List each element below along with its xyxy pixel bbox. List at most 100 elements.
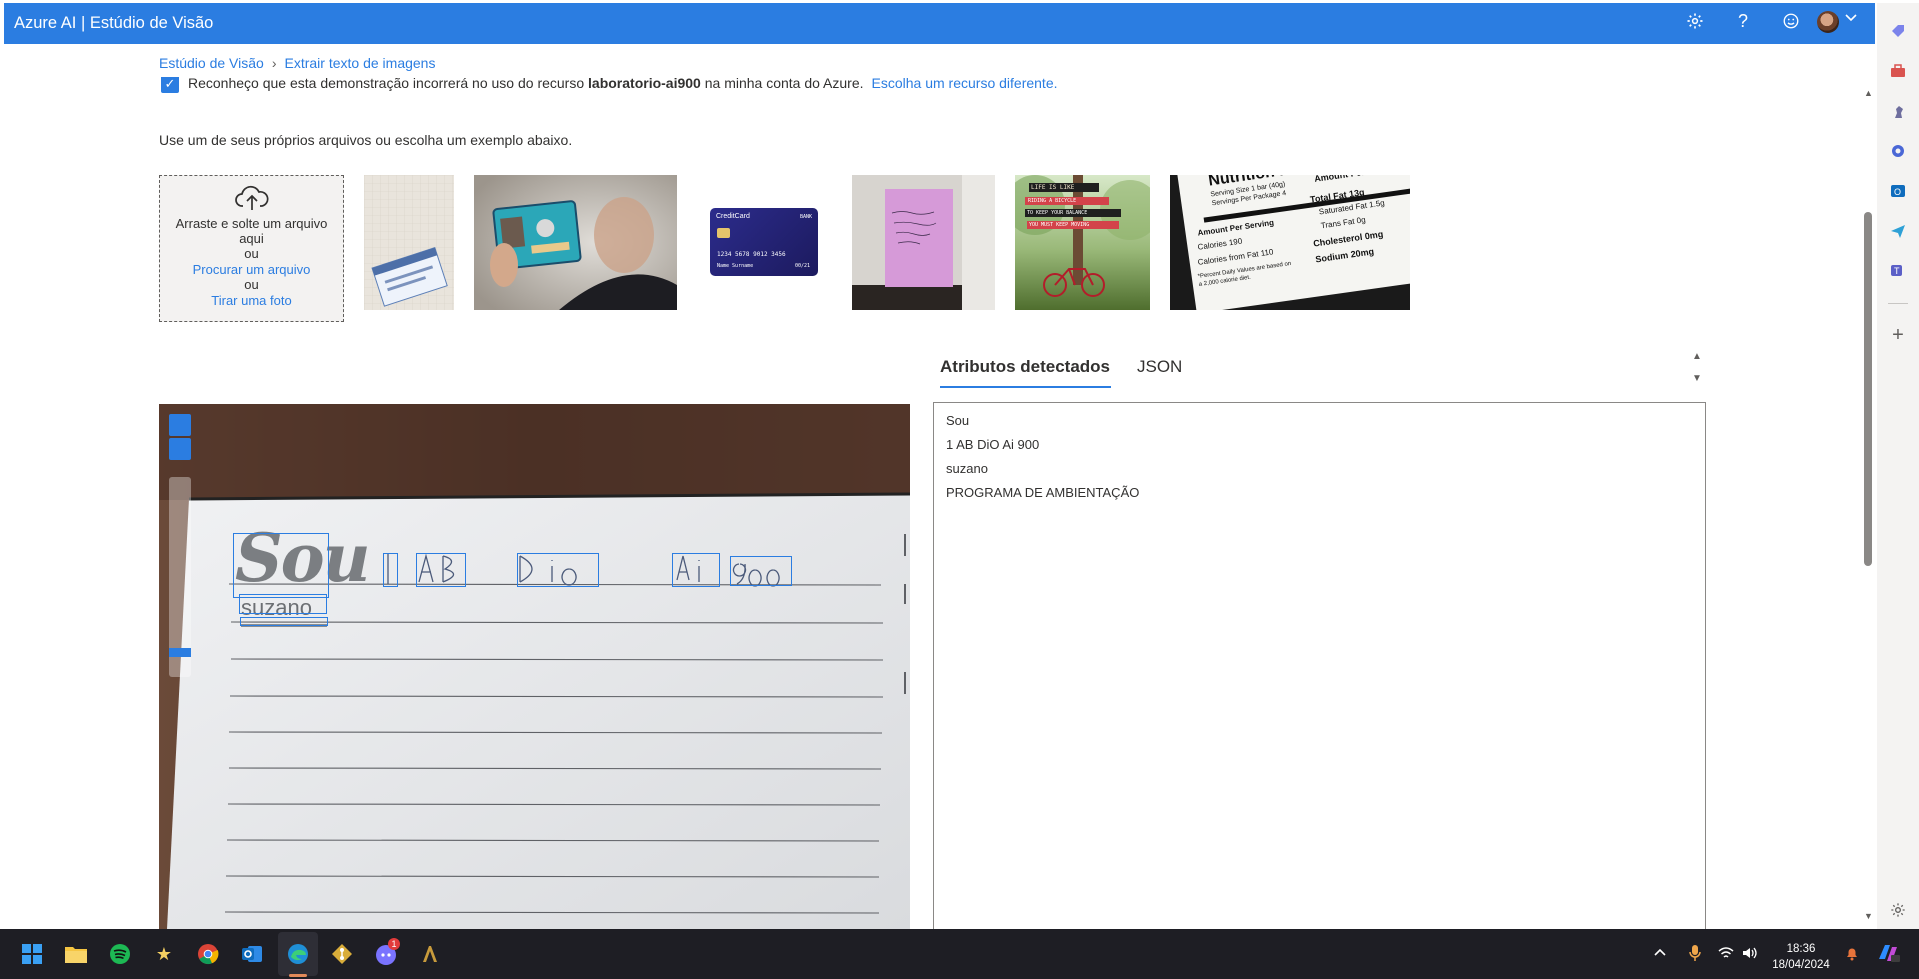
nutrition-row-2: Trans Fat 0g [1320,215,1367,231]
panel-scroll-down-icon[interactable]: ▼ [1692,373,1702,384]
chess-icon[interactable] [1885,99,1911,125]
sample-thumbnail-credit-card[interactable]: CreditCard BANK 1234 5678 9012 3456 Name… [697,175,832,310]
clock-date: 18/04/2024 [1772,959,1830,971]
nutrition-label: Nutrition Facts Serving Size 1 bar (40g)… [1176,175,1410,310]
tray-chevron-up-icon[interactable] [1653,945,1667,962]
bounding-box-ai [672,553,720,587]
consent-checkbox[interactable]: ✓ [161,75,179,93]
app-header: Azure AI | Estúdio de Visão [4,3,1875,44]
poster-line-4: YOU MUST KEEP MOVING [1029,222,1090,228]
send-icon[interactable] [1885,218,1911,244]
feedback-smiley-icon[interactable] [1778,8,1804,34]
sample-thumbnail-sticky-note[interactable] [852,175,995,310]
analyzed-image-viewer[interactable]: Sou suzano [159,404,910,929]
consent-text-before: Reconheço que esta demonstração incorrer… [188,75,589,91]
nutrition-column-header: Amount Per Serving [1314,175,1401,184]
cloud-upload-icon [160,184,343,216]
app-star-icon[interactable]: ★ [149,939,179,969]
active-app-indicator [289,974,307,977]
page-scroll-up-icon[interactable]: ▲ [1864,88,1873,98]
tab-detected-attributes[interactable]: Atributos detectados [940,357,1110,377]
zoom-slider-thumb[interactable] [169,648,191,657]
volume-icon[interactable] [1741,945,1757,966]
sample-thumbnail-bicycle-poster[interactable]: LIFE IS LIKE RIDING A BICYCLE TO KEEP YO… [1015,175,1150,310]
instructions-text: Use um de seus próprios arquivos ou esco… [159,132,573,148]
outlook-icon[interactable]: O [1885,178,1911,204]
chip-icon [717,228,730,238]
poster-line-1: LIFE IS LIKE [1031,184,1075,191]
toolbox-icon[interactable] [1885,58,1911,84]
chrome-icon[interactable] [193,939,223,969]
breadcrumb-current-link-overlay[interactable]: Extrair texto de imagens [285,55,436,71]
credit-card-holder: Name Surname [717,263,754,269]
bounding-box-sou [233,533,329,598]
avatar[interactable] [1817,11,1839,33]
or-text-2: ou [244,277,259,292]
tab-json[interactable]: JSON [1137,357,1182,377]
consent-resource-name: laboratorio-ai900 [588,75,701,91]
drag-drop-text: Arraste e solte um arquivo aqui [175,216,328,246]
sample-thumbnail-id-badge[interactable] [474,175,677,310]
sample-thumbnail-nutrition-facts[interactable]: Nutrition Facts Serving Size 1 bar (40g)… [1170,175,1410,310]
sidebar-divider [1888,303,1908,304]
svg-text:T: T [1894,266,1900,276]
panel-scroll-up-icon[interactable]: ▲ [1692,351,1702,362]
copilot-icon[interactable] [1885,138,1911,164]
or-text-1: ou [244,246,259,261]
breadcrumb-overlay: Estúdio de Visão › Extrair texto de imagen… [159,55,436,74]
tag-icon[interactable] [1885,18,1911,44]
teams-icon[interactable]: T [1885,257,1911,283]
detected-line: PROGRAMA DE AMBIENTAÇÃO [946,485,1140,500]
zoom-out-button[interactable] [169,438,191,460]
notification-bell-icon[interactable] [1844,945,1860,966]
credit-card-bank: BANK [799,214,812,220]
help-icon[interactable]: ? [1730,8,1756,34]
browse-file-link[interactable]: Procurar um arquivo [160,262,343,277]
zoom-in-button[interactable] [169,414,191,436]
svg-text:O: O [1894,187,1901,197]
poster-line-2: RIDING A BICYCLE [1028,198,1077,204]
active-tab-indicator [940,386,1111,388]
wifi-icon[interactable] [1718,945,1734,966]
dota-icon[interactable] [415,939,445,969]
nutrition-left-row-1: Calories 190 [1197,236,1243,252]
page-scrollbar-thumb[interactable] [1864,212,1872,566]
consent-text-after: na minha conta do Azure. [700,75,864,91]
page-scroll-down-icon[interactable]: ▼ [1864,911,1873,921]
breadcrumb-separator-overlay: › [271,55,277,71]
copilot-taskbar-icon[interactable] [1876,942,1900,969]
credit-card-brand: CreditCard [716,213,750,220]
credit-card-expiry: 00/21 [794,263,810,269]
file-dropzone[interactable]: Arraste e solte um arquivo aqui ou Procu… [159,175,344,322]
breadcrumb-root-link-overlay[interactable]: Estúdio de Visão [159,55,264,71]
nutrition-row-4: Sodium 20mg [1314,246,1375,265]
clock[interactable]: 18:36 18/04/2024 [1770,941,1832,973]
discord-notification-badge: 1 [388,938,400,950]
file-explorer-icon[interactable] [61,939,91,969]
outlook-taskbar-icon[interactable] [237,939,267,969]
settings-gear-icon[interactable] [1682,8,1708,34]
git-icon[interactable] [327,939,357,969]
bounding-box-suzano [239,594,327,614]
add-icon[interactable]: + [1885,322,1911,348]
bounding-box-programa [240,617,328,626]
detected-line: suzano [946,461,988,476]
app-title[interactable]: Azure AI | Estúdio de Visão [14,14,213,33]
sample-thumbnail-social-security-card[interactable] [364,175,454,310]
clock-time: 18:36 [1786,943,1816,955]
windows-start-icon[interactable] [17,939,47,969]
bounding-box-1 [383,553,398,587]
detected-line: 1 AB DiO Ai 900 [946,437,1040,452]
take-photo-link[interactable]: Tirar uma foto [160,293,343,308]
credit-card-graphic: CreditCard BANK 1234 5678 9012 3456 Name… [710,208,818,276]
choose-resource-link[interactable]: Escolha um recurso diferente. [872,75,1058,91]
bounding-box-dio [517,553,599,587]
microphone-icon[interactable] [1688,944,1702,967]
edge-icon[interactable] [283,939,313,969]
zoom-slider[interactable] [169,477,191,677]
spotify-icon[interactable] [105,939,135,969]
bounding-box-ab [416,553,466,587]
chevron-down-icon[interactable] [1844,10,1858,27]
consent-text: Reconheço que esta demonstração incorrer… [188,75,1058,91]
sidebar-settings-icon[interactable] [1885,897,1911,923]
